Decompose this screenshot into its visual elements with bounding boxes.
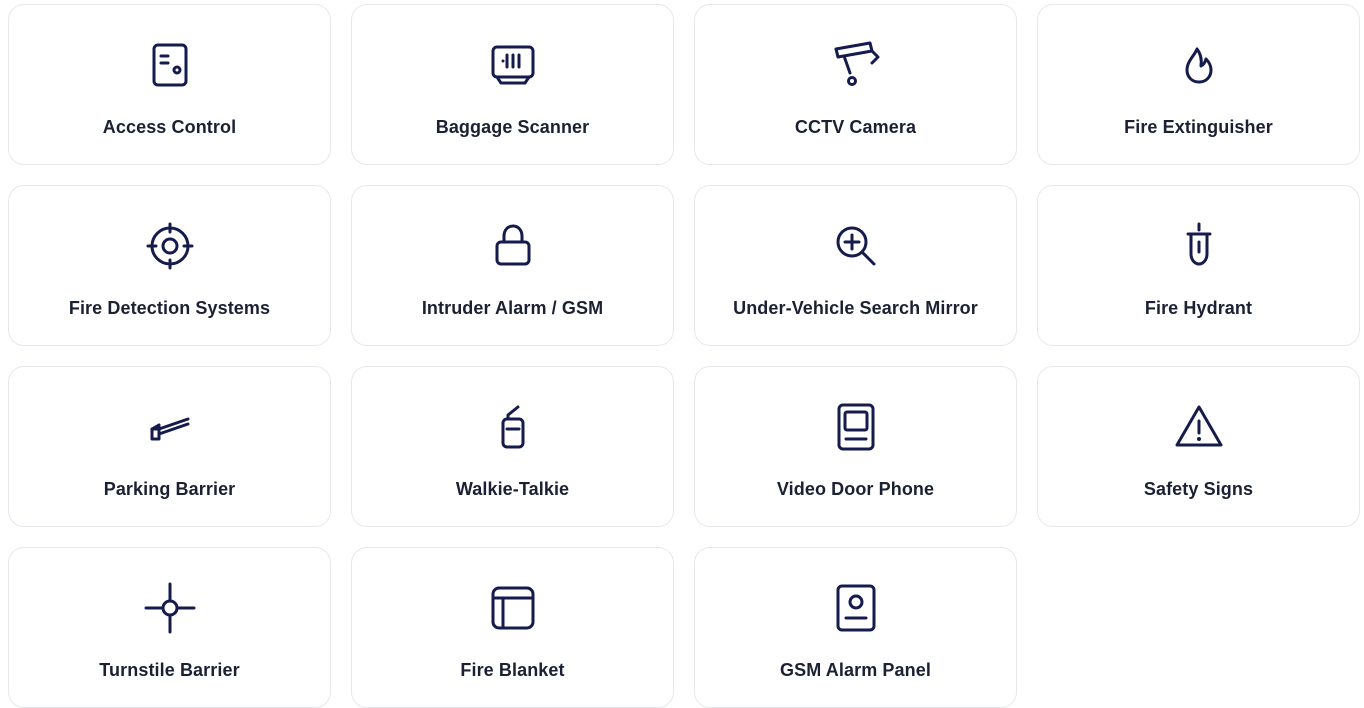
product-category-grid: Access Control Baggage Scanner CCTV Came… bbox=[8, 4, 1360, 708]
category-label: Video Door Phone bbox=[776, 479, 935, 499]
category-card-access-control[interactable]: Access Control bbox=[8, 4, 331, 165]
category-label: GSM Alarm Panel bbox=[780, 660, 931, 680]
category-label: Access Control bbox=[102, 117, 237, 137]
category-label: Intruder Alarm / GSM bbox=[421, 298, 604, 318]
category-label: Safety Signs bbox=[1143, 479, 1254, 499]
category-card-parking-barrier[interactable]: Parking Barrier bbox=[8, 366, 331, 527]
access-control-icon bbox=[144, 39, 196, 91]
category-card-gsm-alarm-panel[interactable]: GSM Alarm Panel bbox=[694, 547, 1017, 708]
walkie-talkie-icon bbox=[487, 401, 539, 453]
category-card-fire-extinguisher[interactable]: Fire Extinguisher bbox=[1037, 4, 1360, 165]
category-label: Parking Barrier bbox=[103, 479, 236, 499]
category-card-video-door-phone[interactable]: Video Door Phone bbox=[694, 366, 1017, 527]
video-door-phone-icon bbox=[830, 401, 882, 453]
category-card-under-vehicle-search-mirror[interactable]: Under-Vehicle Search Mirror bbox=[694, 185, 1017, 346]
category-card-turnstile-barrier[interactable]: Turnstile Barrier bbox=[8, 547, 331, 708]
alarm-panel-icon bbox=[830, 582, 882, 634]
turnstile-icon bbox=[144, 582, 196, 634]
category-label: Turnstile Barrier bbox=[99, 660, 240, 680]
category-label: Fire Extinguisher bbox=[1124, 117, 1273, 137]
fire-hydrant-icon bbox=[1173, 220, 1225, 272]
cctv-camera-icon bbox=[830, 39, 882, 91]
category-card-fire-hydrant[interactable]: Fire Hydrant bbox=[1037, 185, 1360, 346]
baggage-scanner-icon bbox=[487, 39, 539, 91]
category-card-baggage-scanner[interactable]: Baggage Scanner bbox=[351, 4, 674, 165]
category-card-fire-detection-systems[interactable]: Fire Detection Systems bbox=[8, 185, 331, 346]
category-label: Under-Vehicle Search Mirror bbox=[733, 298, 978, 318]
category-card-fire-blanket[interactable]: Fire Blanket bbox=[351, 547, 674, 708]
flame-icon bbox=[1173, 39, 1225, 91]
category-card-intruder-alarm-gsm[interactable]: Intruder Alarm / GSM bbox=[351, 185, 674, 346]
category-label: Fire Hydrant bbox=[1144, 298, 1253, 318]
category-label: Fire Blanket bbox=[460, 660, 565, 680]
zoom-in-icon bbox=[830, 220, 882, 272]
lock-icon bbox=[487, 220, 539, 272]
category-card-cctv-camera[interactable]: CCTV Camera bbox=[694, 4, 1017, 165]
target-crosshair-icon bbox=[144, 220, 196, 272]
fire-blanket-icon bbox=[487, 582, 539, 634]
warning-triangle-icon bbox=[1173, 401, 1225, 453]
parking-barrier-icon bbox=[144, 401, 196, 453]
category-card-safety-signs[interactable]: Safety Signs bbox=[1037, 366, 1360, 527]
category-label: CCTV Camera bbox=[794, 117, 917, 137]
category-label: Fire Detection Systems bbox=[68, 298, 271, 318]
category-label: Walkie-Talkie bbox=[455, 479, 570, 499]
category-label: Baggage Scanner bbox=[435, 117, 590, 137]
category-card-walkie-talkie[interactable]: Walkie-Talkie bbox=[351, 366, 674, 527]
